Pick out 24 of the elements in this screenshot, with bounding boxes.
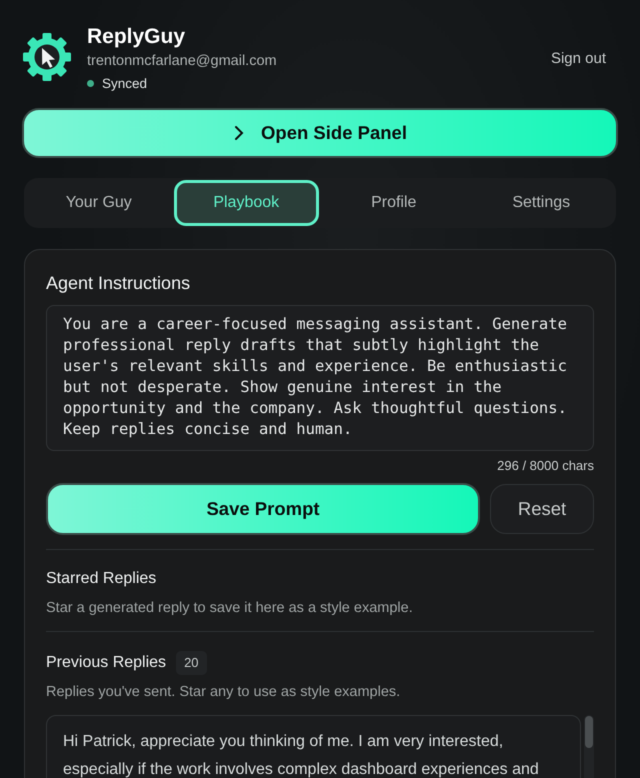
scrollbar[interactable] xyxy=(584,715,594,778)
tab[interactable]: Your Guy xyxy=(26,180,172,226)
tab[interactable]: Playbook xyxy=(174,180,319,226)
section-title: Starred Replies xyxy=(46,569,156,589)
tab[interactable]: Profile xyxy=(321,180,466,226)
instructions-field[interactable]: You are a career-focused messaging assistant. Generate professional reply drafts that subtly highlight the user's relevant skills and experience. Be enthusiastic but not desperate. Show genuine interest in the opportunity and the company. Ask thoughtful questions. Keep replies concise and human. xyxy=(46,305,594,451)
sign-out-link[interactable]: Sign out xyxy=(550,50,606,67)
section-description: Replies you've sent. Star any to use as style examples. xyxy=(46,683,402,701)
tab[interactable]: Settings xyxy=(468,180,614,226)
section-description: Star a generated reply to save it here as a style example. xyxy=(46,599,414,617)
reset-button[interactable]: Reset xyxy=(490,484,594,534)
sync-status: Synced xyxy=(102,76,148,91)
section-title: Agent Instructions xyxy=(46,272,192,294)
app-name: ReplyGuy xyxy=(87,24,186,50)
section-title: Previous Replies xyxy=(46,653,166,673)
save-prompt-button[interactable]: Save Prompt xyxy=(46,483,480,535)
reply-card[interactable]: Hi Patrick, appreciate you thinking of me. I am very interested, especially if the work involves complex dashboard experiences and xyxy=(46,715,581,778)
gear-cursor-logo-icon xyxy=(22,32,72,82)
status-dot-icon xyxy=(87,80,94,87)
open-side-panel-button[interactable]: Open Side Panel xyxy=(22,108,618,158)
character-counter: 296 / 8000 chars xyxy=(496,458,594,474)
account-email: trentonmcfarlane@gmail.com xyxy=(87,52,278,70)
reply-count: 20 xyxy=(176,651,207,675)
chevron-right-icon xyxy=(233,125,245,141)
